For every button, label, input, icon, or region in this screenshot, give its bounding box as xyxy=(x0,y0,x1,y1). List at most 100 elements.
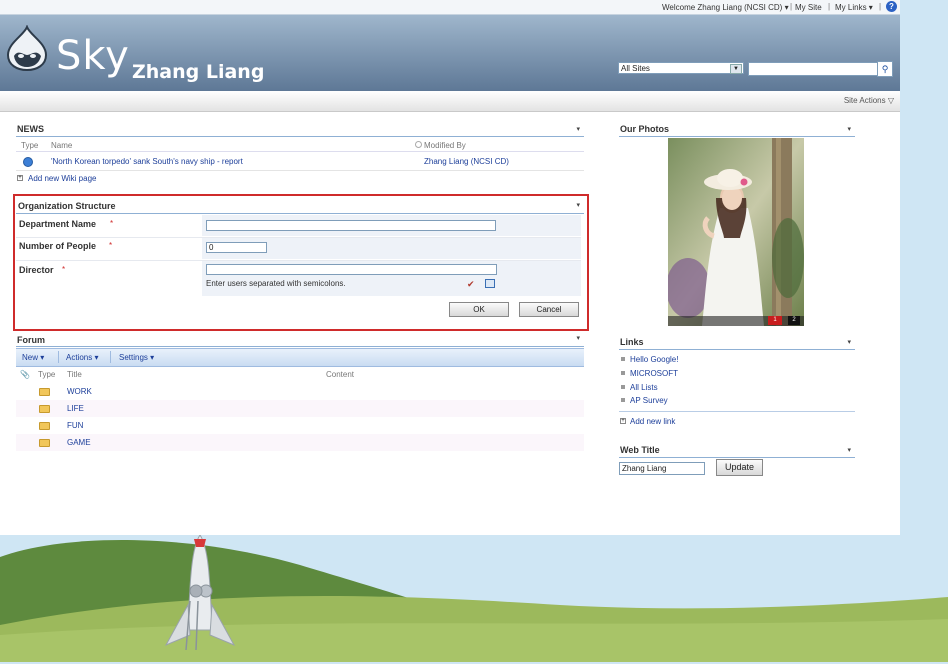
pager-2[interactable]: 2 xyxy=(788,316,800,325)
news-item-link[interactable]: 'North Korean torpedo' sank South's navy… xyxy=(51,157,243,166)
site-header: Sky Zhang Liang All Sites ▼ ⚲ xyxy=(0,15,900,91)
check-names-icon[interactable]: ✔ xyxy=(467,279,475,290)
top-links: Welcome Zhang Liang (NCSI CD) ▾ | My Sit… xyxy=(0,0,948,14)
org-title[interactable]: Organization Structure xyxy=(18,201,116,211)
divider xyxy=(619,411,855,412)
photo-image xyxy=(668,138,804,326)
divider xyxy=(58,351,59,363)
search-scope-select[interactable]: All Sites ▼ xyxy=(618,62,744,74)
divider xyxy=(110,351,111,363)
news-modified-by-link[interactable]: Zhang Liang (NCSI CD) xyxy=(424,157,509,166)
folder-icon xyxy=(39,405,50,413)
people-label-cell: Number of People * xyxy=(16,238,202,259)
people-field-cell: 0 xyxy=(202,238,581,259)
required-mark: * xyxy=(109,241,113,250)
settings-menu[interactable]: Settings ▾ xyxy=(119,353,154,362)
update-button[interactable]: Update xyxy=(716,459,763,476)
col-title[interactable]: Title xyxy=(67,370,82,379)
web-title-webpart: Web Title ▾ Zhang Liang Update xyxy=(619,444,855,480)
forum-item-link[interactable]: FUN xyxy=(67,421,83,430)
people-label: Number of People xyxy=(19,241,97,251)
add-wiki-page-link[interactable]: Add new Wiki page xyxy=(28,174,96,183)
director-label: Director xyxy=(19,265,54,275)
link-item[interactable]: MICROSOFT xyxy=(630,369,678,378)
col-content[interactable]: Content xyxy=(326,370,354,379)
link-item[interactable]: AP Survey xyxy=(630,396,668,405)
attachment-icon: 📎 xyxy=(20,370,30,379)
director-people-picker[interactable] xyxy=(206,264,497,275)
forum-item-link[interactable]: WORK xyxy=(67,387,92,396)
director-field-cell: Enter users separated with semicolons. ✔ xyxy=(202,261,581,296)
new-menu[interactable]: New ▾ xyxy=(22,353,44,362)
add-new-link[interactable]: Add new link xyxy=(630,417,675,426)
forum-item-link[interactable]: GAME xyxy=(67,438,91,447)
list-item[interactable]: GAME xyxy=(16,434,584,451)
required-mark: * xyxy=(62,265,66,274)
webpart-menu-icon[interactable]: ▾ xyxy=(847,338,851,346)
number-of-people-input[interactable]: 0 xyxy=(206,242,267,253)
drupal-logo-icon xyxy=(6,25,48,71)
checkout-icon xyxy=(415,141,422,148)
photo-slideshow-image[interactable]: 1 2 xyxy=(668,138,804,326)
my-links-menu[interactable]: My Links ▾ xyxy=(835,3,873,12)
director-label-cell: Director * xyxy=(16,261,202,296)
search-input[interactable] xyxy=(748,62,878,76)
chevron-down-icon[interactable]: ▼ xyxy=(730,64,742,74)
col-type[interactable]: Type xyxy=(21,141,38,150)
dept-label: Department Name xyxy=(19,219,97,229)
webpart-menu-icon[interactable]: ▾ xyxy=(847,125,851,133)
divider xyxy=(619,457,855,458)
webpart-menu-icon[interactable]: ▾ xyxy=(576,201,580,209)
news-title[interactable]: NEWS xyxy=(17,124,44,134)
footer-landscape xyxy=(0,534,948,662)
col-name[interactable]: Name xyxy=(51,141,72,150)
separator: | xyxy=(828,2,831,11)
forum-item-link[interactable]: LIFE xyxy=(67,404,84,413)
web-title-title[interactable]: Web Title xyxy=(620,445,660,455)
photos-title[interactable]: Our Photos xyxy=(620,124,669,134)
actions-menu[interactable]: Actions ▾ xyxy=(66,353,98,362)
site-title[interactable]: Sky xyxy=(56,33,130,79)
user-title: Zhang Liang xyxy=(132,61,265,83)
divider xyxy=(619,136,855,137)
add-icon: + xyxy=(17,175,23,181)
welcome-menu[interactable]: Welcome Zhang Liang (NCSI CD) ▾ xyxy=(662,3,789,12)
department-name-input[interactable] xyxy=(206,220,496,231)
webpart-menu-icon[interactable]: ▾ xyxy=(847,446,851,454)
col-modified-by[interactable]: Modified By xyxy=(424,141,466,150)
folder-icon xyxy=(39,422,50,430)
help-icon[interactable]: ? xyxy=(886,1,897,12)
dept-field-cell xyxy=(202,215,581,236)
search-icon[interactable]: ⚲ xyxy=(877,61,893,77)
col-type[interactable]: Type xyxy=(38,370,55,379)
org-structure-webpart: Organization Structure ▾ Department Name… xyxy=(16,199,584,327)
bullet-icon xyxy=(621,398,625,402)
ie-document-icon xyxy=(23,157,33,167)
folder-icon xyxy=(39,439,50,447)
divider xyxy=(16,170,584,171)
list-item[interactable]: FUN xyxy=(16,417,584,434)
address-book-icon[interactable] xyxy=(485,279,495,288)
action-bar xyxy=(0,91,900,112)
links-title[interactable]: Links xyxy=(620,337,644,347)
ok-button[interactable]: OK xyxy=(449,302,509,317)
forum-title[interactable]: Forum xyxy=(17,335,45,345)
divider xyxy=(16,213,584,214)
list-item[interactable]: LIFE xyxy=(16,400,584,417)
pager-1[interactable]: 1 xyxy=(768,316,782,325)
divider xyxy=(16,346,584,347)
links-webpart: Links ▾ Hello Google! MICROSOFT All List… xyxy=(619,336,855,432)
dept-label-cell: Department Name * xyxy=(16,215,202,236)
bullet-icon xyxy=(621,371,625,375)
list-item[interactable]: WORK xyxy=(16,383,584,400)
web-title-input[interactable]: Zhang Liang xyxy=(619,462,705,475)
cancel-button[interactable]: Cancel xyxy=(519,302,579,317)
folder-icon xyxy=(39,388,50,396)
webpart-menu-icon[interactable]: ▾ xyxy=(576,125,580,133)
site-actions-menu[interactable]: Site Actions ▽ xyxy=(844,96,894,105)
link-item[interactable]: All Lists xyxy=(630,383,658,392)
add-icon: + xyxy=(620,418,626,424)
link-item[interactable]: Hello Google! xyxy=(630,355,678,364)
webpart-menu-icon[interactable]: ▾ xyxy=(576,334,580,342)
my-site-link[interactable]: My Site xyxy=(795,3,822,12)
